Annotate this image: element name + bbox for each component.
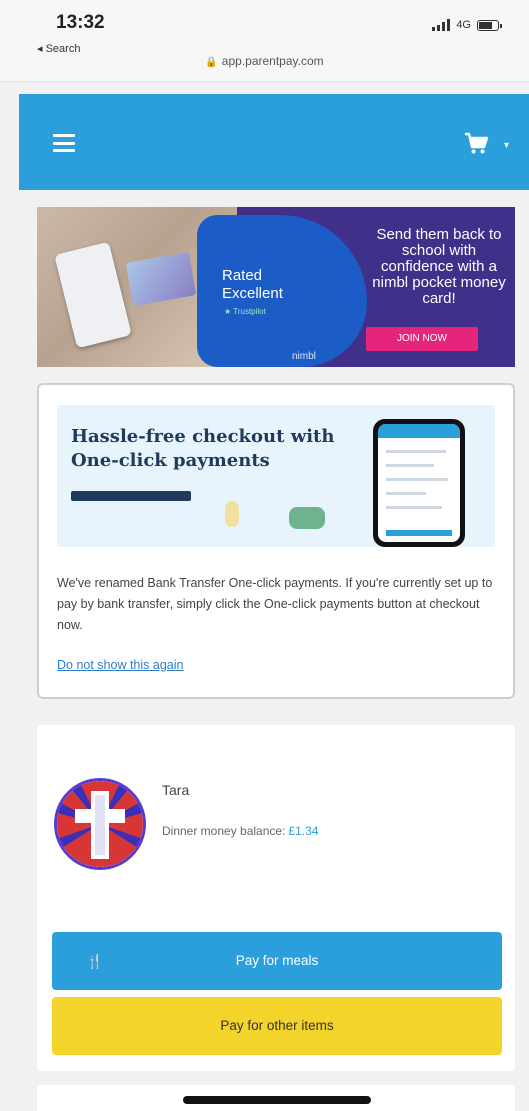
deco-figure xyxy=(225,501,239,527)
notice-illustration: Hassle-free checkout with One-click paym… xyxy=(57,405,495,547)
status-time: 13:32 xyxy=(56,12,105,33)
notice-title: Hassle-free checkout with One-click paym… xyxy=(71,426,335,471)
signal-icon xyxy=(432,19,451,31)
battery-icon xyxy=(477,19,502,31)
balance-label: Dinner money balance: xyxy=(162,824,286,838)
pay-for-meals-label: Pay for meals xyxy=(235,953,319,968)
phone-illustration xyxy=(373,419,465,547)
promo-headline: Send them back to school with confidence… xyxy=(372,226,506,307)
promo-banner[interactable]: Rated Excellent ★ Trustpilot nimbl Send … xyxy=(37,207,515,367)
pay-for-other-items-button[interactable]: Pay for other items xyxy=(52,997,502,1055)
one-click-notice-card: Hassle-free checkout with One-click paym… xyxy=(37,383,515,699)
cart-dropdown-caret[interactable]: ▾ xyxy=(504,140,509,151)
do-not-show-again-link[interactable]: Do not show this again xyxy=(57,658,183,672)
join-now-button[interactable]: JOIN NOW xyxy=(366,327,478,351)
status-icons: 4G xyxy=(432,19,502,31)
dinner-money-balance: Dinner money balance: £1.34 xyxy=(162,824,318,838)
child-name: Tara xyxy=(162,782,190,798)
trustpilot-label: ★ Trustpilot xyxy=(224,307,266,316)
hamburger-icon[interactable] xyxy=(53,134,75,152)
home-indicator[interactable] xyxy=(183,1096,371,1104)
browser-chrome: 13:32 ◂ Search 4G 🔒 app.parentpay.com xyxy=(0,0,529,82)
school-crest-avatar xyxy=(57,781,143,867)
child-account-card: Tara Dinner money balance: £1.34 🍴 Pay fo… xyxy=(37,725,515,1071)
network-type: 4G xyxy=(456,19,471,31)
pay-for-meals-button[interactable]: 🍴 Pay for meals xyxy=(52,932,502,990)
fork-knife-icon: 🍴 xyxy=(86,953,104,969)
app-header: ▾ xyxy=(19,94,529,190)
balance-amount: £1.34 xyxy=(288,824,319,838)
nimbl-logo: nimbl xyxy=(292,351,316,362)
url-text: app.parentpay.com xyxy=(221,54,324,68)
cart-icon[interactable] xyxy=(463,130,489,156)
notice-pill-graphic xyxy=(71,491,191,501)
deco-money xyxy=(289,507,325,529)
promo-rated-text: Rated Excellent xyxy=(222,267,283,302)
lock-icon: 🔒 xyxy=(205,57,218,68)
address-bar[interactable]: 🔒 app.parentpay.com xyxy=(0,54,529,68)
notice-body: We've renamed Bank Transfer One-click pa… xyxy=(57,576,493,632)
